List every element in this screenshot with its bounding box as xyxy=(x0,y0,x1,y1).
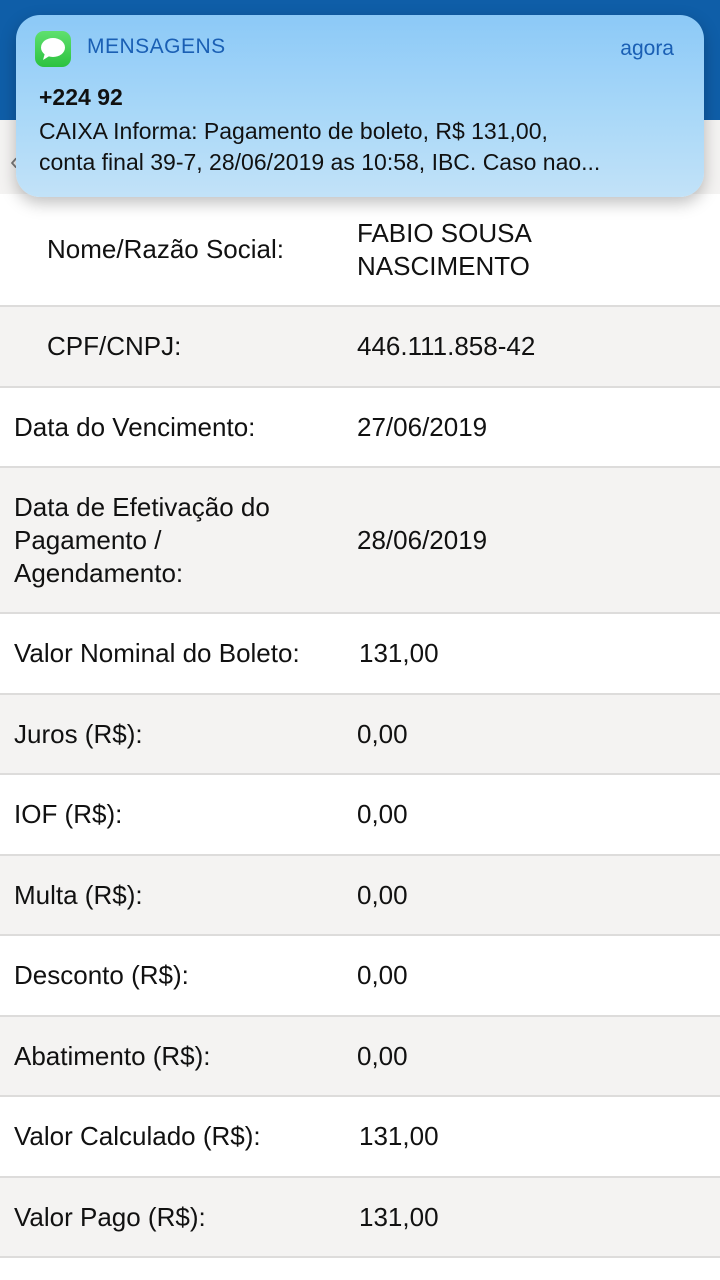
row-valor-nominal: Valor Nominal do Boleto: 131,00 xyxy=(0,614,720,695)
efetivacao-label-line3: Agendamento: xyxy=(14,557,184,588)
abatimento-value: 0,00 xyxy=(357,1040,408,1071)
row-abatimento: Abatimento (R$): 0,00 xyxy=(0,1017,720,1097)
row-cpf: CPF/CNPJ: 446.111.858-42 xyxy=(0,307,720,388)
multa-label: Multa (R$): xyxy=(14,879,143,910)
row-efetivacao: Data de Efetivação do Pagamento / Agenda… xyxy=(0,468,720,614)
notification-body: CAIXA Informa: Pagamento de boleto, R$ 1… xyxy=(39,116,684,178)
row-valor-pago: Valor Pago (R$): 131,00 xyxy=(0,1178,720,1258)
nome-label: Nome/Razão Social: xyxy=(47,234,284,264)
juros-value: 0,00 xyxy=(357,718,408,749)
notification-body-line2: conta final 39-7, 28/06/2019 as 10:58, I… xyxy=(39,149,601,175)
message-notification-banner[interactable]: MENSAGENS agora +224 92 CAIXA Informa: P… xyxy=(16,15,704,197)
efetivacao-label: Data de Efetivação do Pagamento / Agenda… xyxy=(14,491,334,590)
notification-app-name: MENSAGENS xyxy=(87,35,226,58)
efetivacao-label-line1: Data de Efetivação do xyxy=(14,491,270,522)
notification-time: agora xyxy=(620,37,674,60)
desconto-label: Desconto (R$): xyxy=(14,960,189,990)
notification-body-line1: CAIXA Informa: Pagamento de boleto, R$ 1… xyxy=(39,118,548,144)
iof-value: 0,00 xyxy=(357,799,408,829)
iof-label: IOF (R$): xyxy=(14,799,123,829)
valor-calculado-label: Valor Calculado (R$): xyxy=(14,1121,261,1151)
nome-value: FABIO SOUSA NASCIMENTO xyxy=(357,217,697,283)
valor-calculado-value: 131,00 xyxy=(359,1121,439,1151)
row-desconto: Desconto (R$): 0,00 xyxy=(0,936,720,1017)
cpf-value: 446.111.858-42 xyxy=(357,331,536,361)
speech-bubble-icon xyxy=(41,38,65,60)
row-iof: IOF (R$): 0,00 xyxy=(0,775,720,856)
notification-sender: +224 92 xyxy=(39,84,123,110)
row-multa: Multa (R$): 0,00 xyxy=(0,856,720,936)
receipt-details: Nome/Razão Social: FABIO SOUSA NASCIMENT… xyxy=(0,194,720,1258)
vencimento-value: 27/06/2019 xyxy=(357,411,488,442)
nome-value-line2: NASCIMENTO xyxy=(357,250,530,281)
row-valor-calculado: Valor Calculado (R$): 131,00 xyxy=(0,1097,720,1178)
abatimento-label: Abatimento (R$): xyxy=(14,1040,211,1071)
juros-label: Juros (R$): xyxy=(14,718,143,749)
nome-value-line1: FABIO SOUSA xyxy=(357,217,532,248)
efetivacao-value: 28/06/2019 xyxy=(357,524,488,555)
multa-value: 0,00 xyxy=(357,879,408,910)
valor-nominal-label: Valor Nominal do Boleto: xyxy=(14,638,300,668)
vencimento-label: Data do Vencimento: xyxy=(14,411,256,442)
valor-pago-value: 131,00 xyxy=(359,1201,439,1232)
row-juros: Juros (R$): 0,00 xyxy=(0,695,720,775)
messages-app-icon xyxy=(35,31,71,67)
row-vencimento: Data do Vencimento: 27/06/2019 xyxy=(0,388,720,468)
valor-nominal-value: 131,00 xyxy=(359,638,439,668)
desconto-value: 0,00 xyxy=(357,960,408,990)
row-nome: Nome/Razão Social: FABIO SOUSA NASCIMENT… xyxy=(0,194,720,307)
valor-pago-label: Valor Pago (R$): xyxy=(14,1201,206,1232)
efetivacao-label-line2: Pagamento / xyxy=(14,524,162,555)
cpf-label: CPF/CNPJ: xyxy=(47,331,182,361)
